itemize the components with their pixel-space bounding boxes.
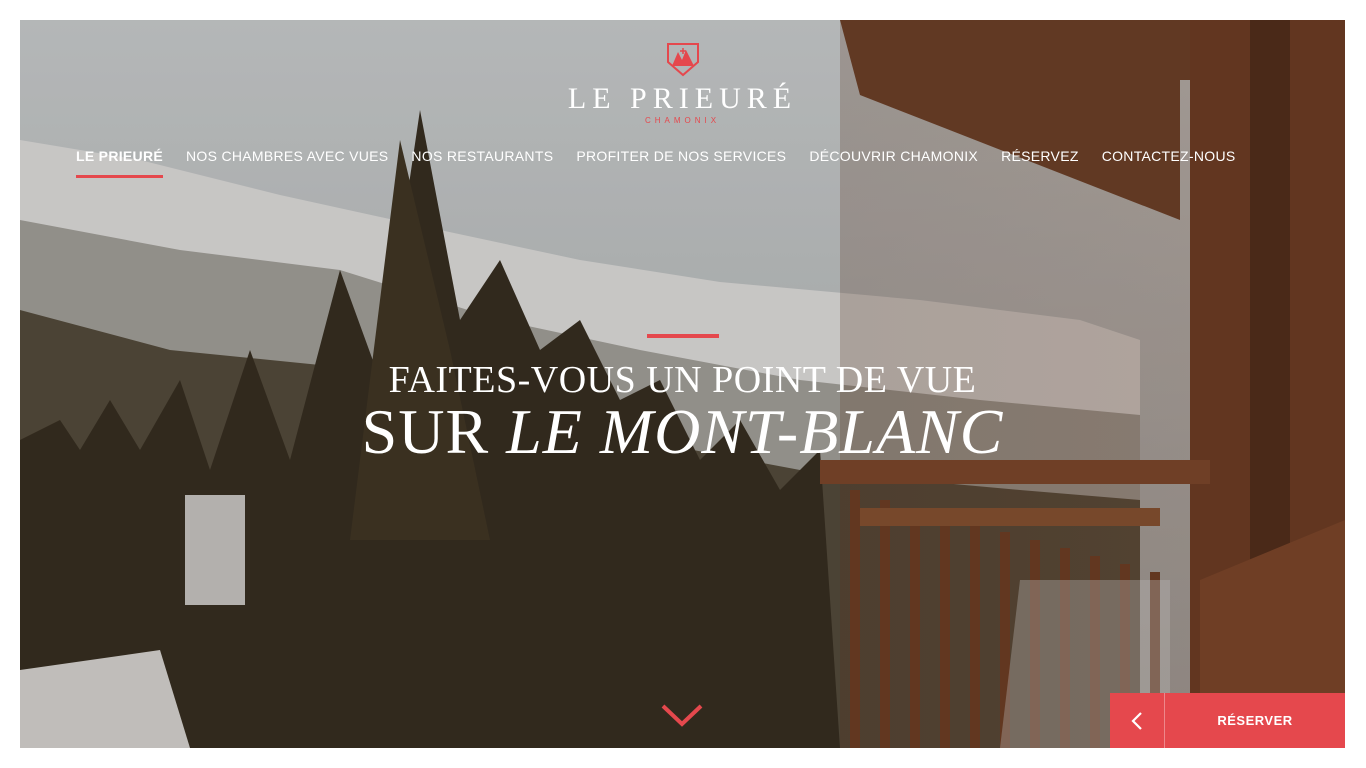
chevron-left-icon [1131,711,1142,730]
nav-item-restaurants[interactable]: NOS RESTAURANTS [399,148,564,178]
nav-item-reservez[interactable]: RÉSERVEZ [989,148,1090,178]
hero-line-1: FAITES-VOUS UN POINT DE VUE [388,359,977,401]
nav-item-chamonix[interactable]: DÉCOUVRIR CHAMONIX [797,148,989,178]
reserve-button[interactable]: RÉSERVER [1165,693,1345,748]
hero-line-2-italic: LE MONT-BLANC [506,396,1004,467]
nav-item-le-prieure[interactable]: LE PRIEURÉ [76,148,174,178]
mountain-shield-icon [666,43,699,77]
reserve-panel: RÉSERVER [1110,693,1345,748]
chevron-down-icon[interactable] [660,702,704,730]
brand-location: CHAMONIX [644,116,721,125]
brand-logo[interactable]: LE PRIEURÉ CHAMONIX [20,40,1345,125]
main-nav: LE PRIEURÉ NOS CHAMBRES AVEC VUES NOS RE… [76,148,1247,178]
hero-line-2-plain: SUR [361,396,507,467]
nav-item-chambres[interactable]: NOS CHAMBRES AVEC VUES [174,148,399,178]
nav-item-services[interactable]: PROFITER DE NOS SERVICES [564,148,797,178]
hero-headline: FAITES-VOUS UN POINT DE VUE SUR LE MONT-… [20,334,1345,464]
hero-accent-bar [646,334,719,338]
reserve-back-button[interactable] [1110,693,1165,748]
hero-frame: LE PRIEURÉ CHAMONIX LE PRIEURÉ NOS CHAMB… [20,20,1345,748]
nav-item-contact[interactable]: CONTACTEZ-NOUS [1090,148,1247,178]
hero-line-2: SUR LE MONT-BLANC [20,400,1345,464]
brand-name: LE PRIEURÉ [567,82,798,115]
